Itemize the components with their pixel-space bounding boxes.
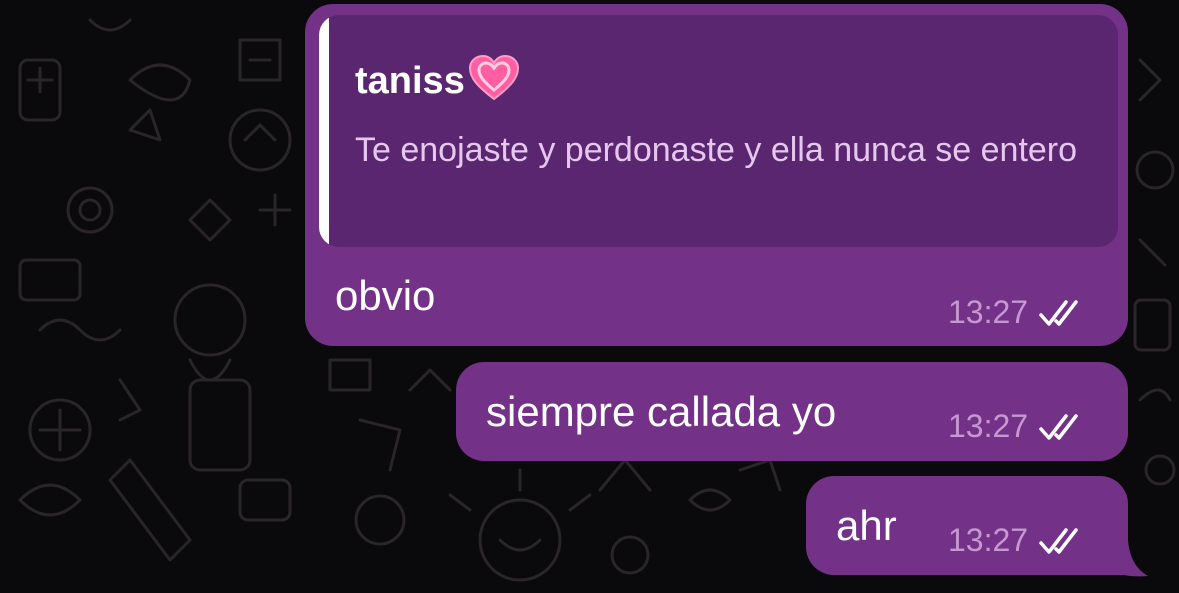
reply-quote-bar (319, 15, 329, 247)
outgoing-message-bubble[interactable]: ahr 13:27 (806, 476, 1128, 575)
bubble-tail (1110, 540, 1148, 577)
double-check-icon (1039, 413, 1078, 440)
message-text: siempre callada yo (486, 388, 837, 435)
double-check-icon (1039, 527, 1078, 554)
double-check-icon (1039, 299, 1078, 326)
reply-author-name: taniss (355, 60, 465, 102)
message-text: ahr (836, 502, 897, 549)
message-meta: 13:27 (948, 408, 1084, 445)
message-time: 13:27 (948, 522, 1029, 558)
reply-author: taniss (355, 54, 521, 103)
message-text: obvio (335, 272, 436, 319)
reply-text: Te enojaste y perdonaste y ella nunca se… (355, 131, 1078, 169)
message-time: 13:27 (948, 294, 1029, 330)
chat-view: taniss Te enojaste y perdonaste y ella n… (0, 0, 1179, 593)
reply-quote[interactable]: taniss Te enojaste y perdonaste y ella n… (319, 15, 1118, 247)
outgoing-message-bubble[interactable]: siempre callada yo 13:27 (456, 362, 1128, 461)
message-meta: 13:27 (948, 294, 1084, 331)
message-time: 13:27 (948, 408, 1029, 444)
heart-icon (468, 54, 519, 101)
outgoing-message-bubble[interactable]: taniss Te enojaste y perdonaste y ella n… (305, 4, 1128, 346)
message-meta: 13:27 (948, 522, 1084, 559)
